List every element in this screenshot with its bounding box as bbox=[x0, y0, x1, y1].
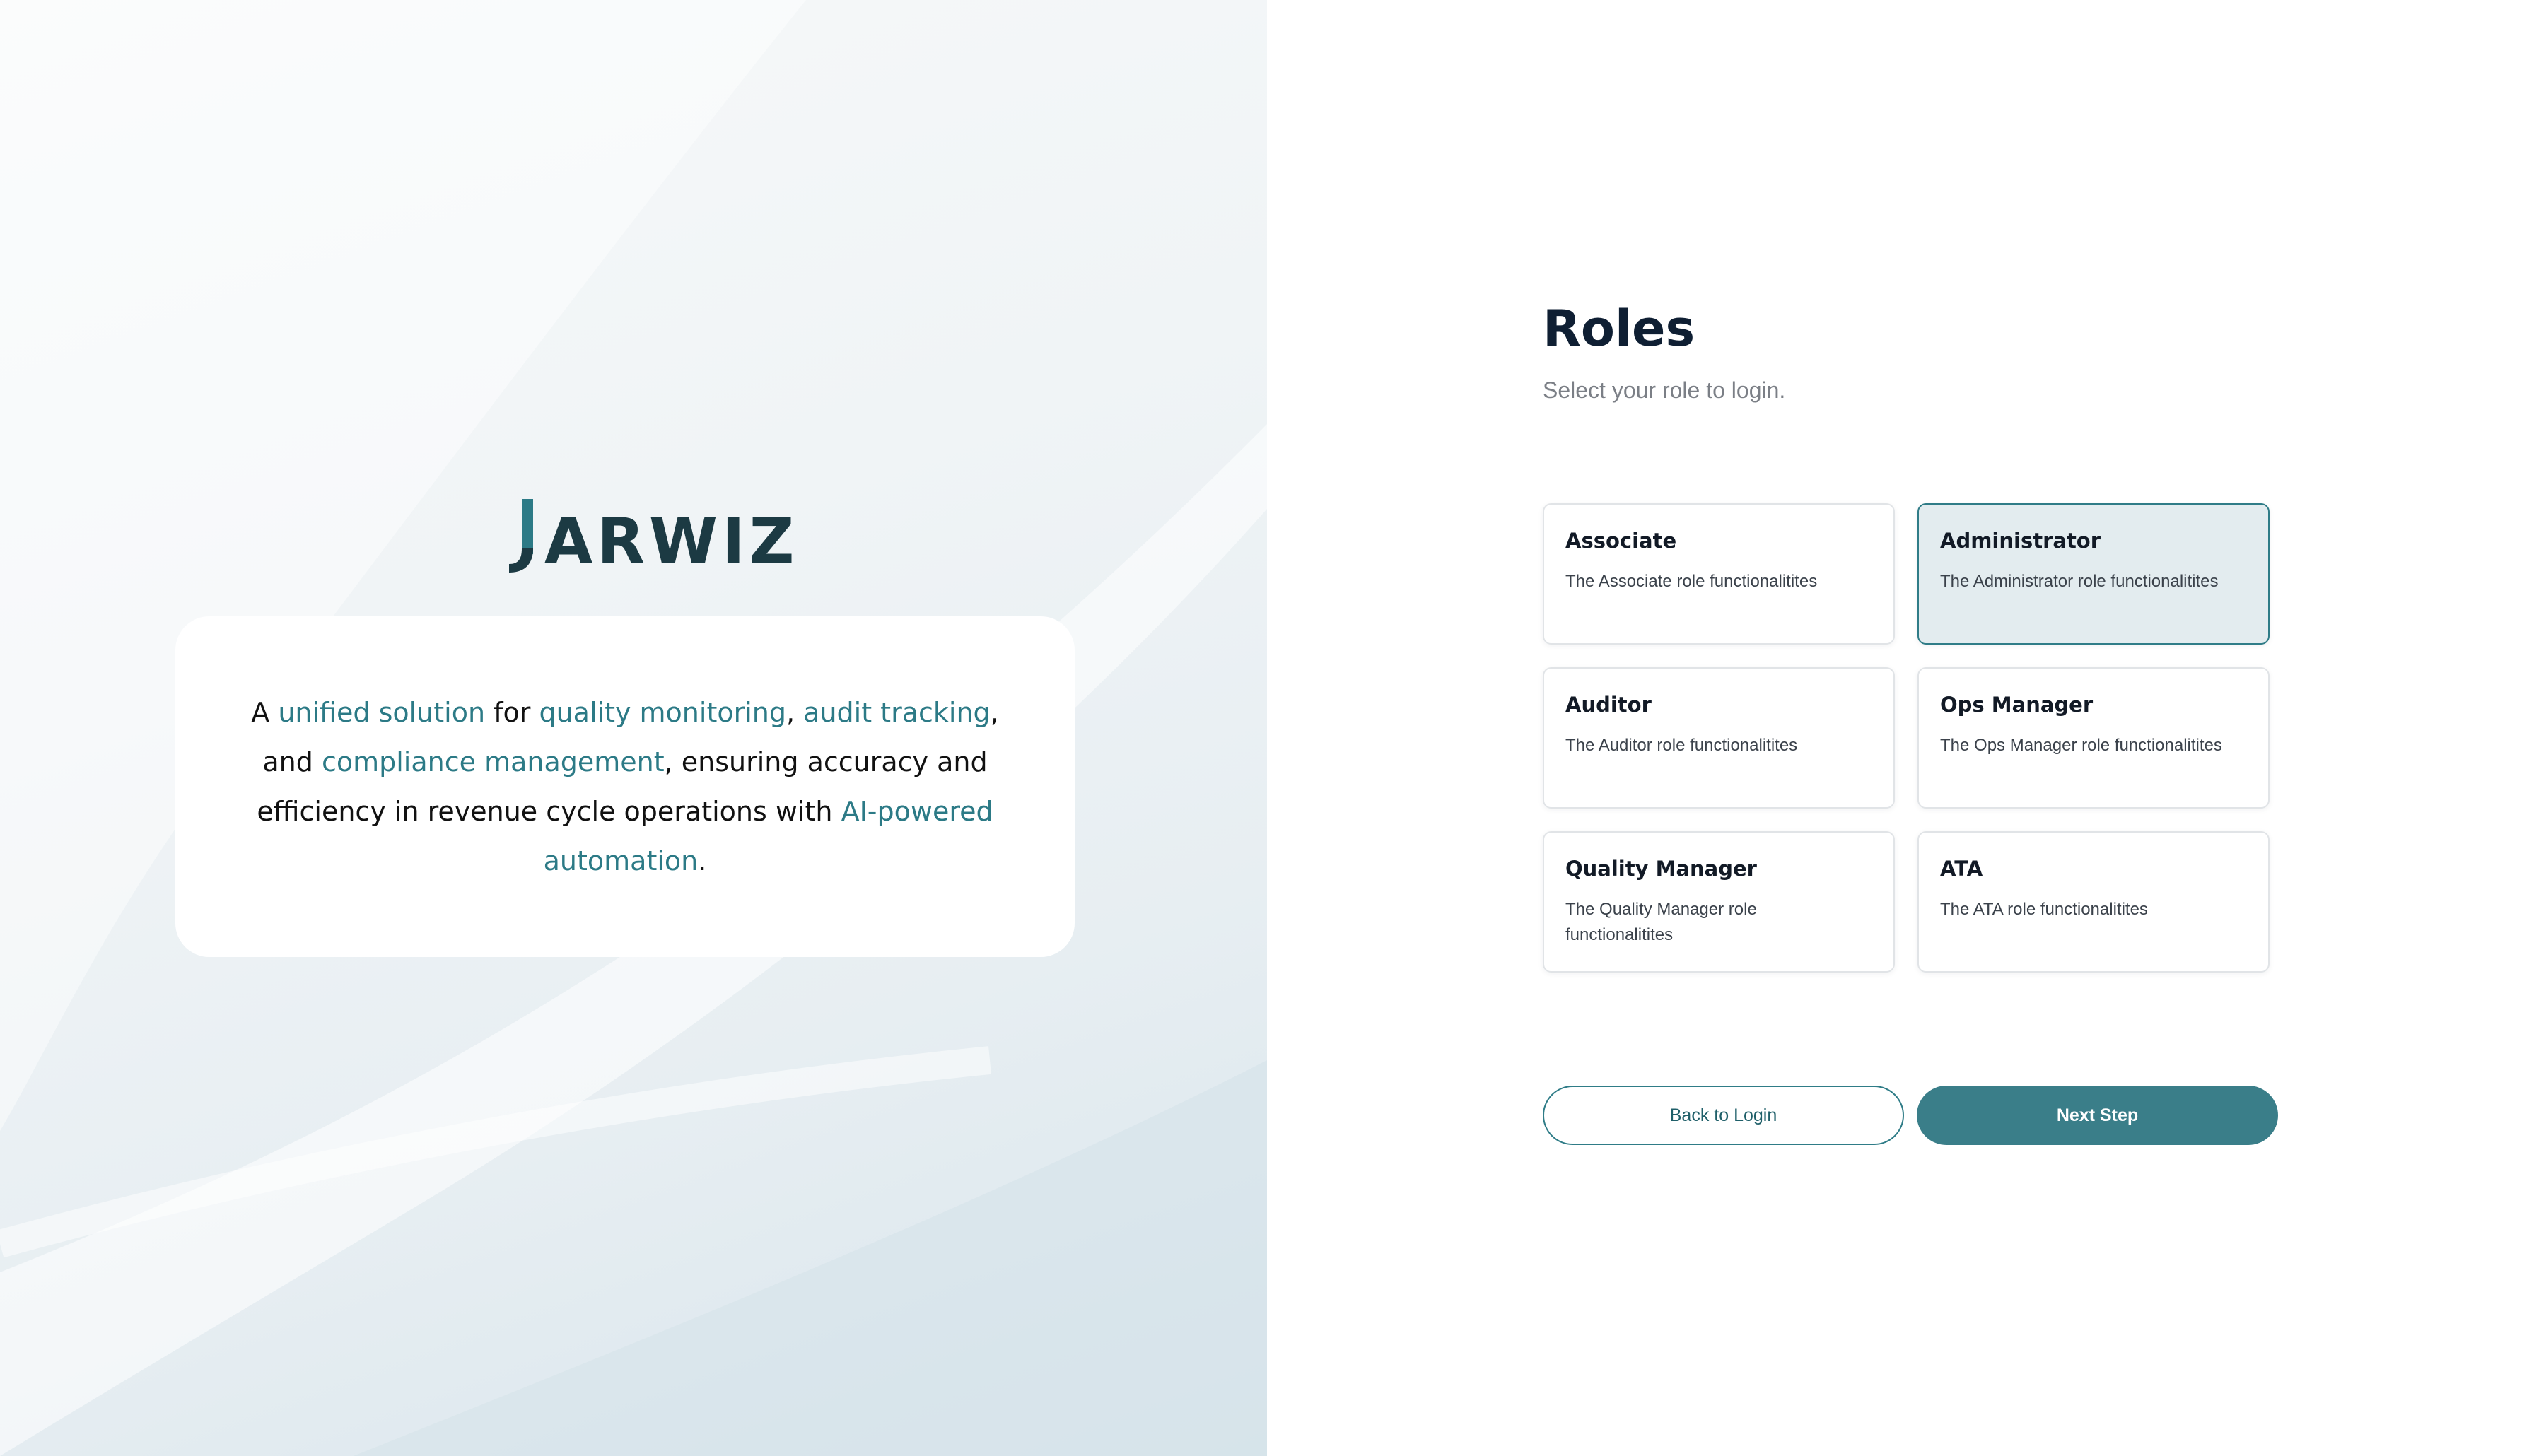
role-name: ATA bbox=[1940, 857, 1983, 881]
role-name: Auditor bbox=[1565, 693, 1652, 717]
role-description: The Administrator role functionalitites bbox=[1940, 571, 2219, 591]
role-selection-panel: Roles Select your role to login. Associa… bbox=[1267, 0, 2534, 1456]
role-name: Administrator bbox=[1940, 529, 2101, 553]
action-buttons: Back to Login Next Step bbox=[1543, 1086, 2278, 1145]
role-description: The Quality Manager role functionalitite… bbox=[1565, 899, 1757, 944]
role-selection-page: ARWIZ A unified solution for quality mon… bbox=[0, 0, 2534, 1456]
next-step-button[interactable]: Next Step bbox=[1917, 1086, 2278, 1145]
page-title: Roles bbox=[1543, 300, 1695, 358]
jarwiz-logo: ARWIZ bbox=[509, 495, 798, 573]
logo-text: ARWIZ bbox=[544, 505, 799, 577]
tagline-card: A unified solution for quality monitorin… bbox=[175, 616, 1075, 957]
tagline-highlight: compliance management bbox=[321, 746, 665, 777]
tagline-text: for bbox=[485, 697, 539, 728]
tagline-highlight: unified solution bbox=[278, 697, 486, 728]
role-card-associate[interactable]: Associate The Associate role functionali… bbox=[1543, 503, 1895, 645]
role-card-ops-manager[interactable]: Ops Manager The Ops Manager role functio… bbox=[1917, 667, 2270, 809]
role-name: Associate bbox=[1565, 529, 1677, 553]
role-description: The Ops Manager role functionalitites bbox=[1940, 735, 2222, 755]
role-card-administrator[interactable]: Administrator The Administrator role fun… bbox=[1917, 503, 2270, 645]
role-name: Quality Manager bbox=[1565, 857, 1757, 881]
role-card-quality-manager[interactable]: Quality Manager The Quality Manager role… bbox=[1543, 831, 1895, 973]
tagline-text: , bbox=[786, 697, 804, 728]
role-card-ata[interactable]: ATA The ATA role functionalitites bbox=[1917, 831, 2270, 973]
tagline-text: . bbox=[698, 845, 707, 876]
role-card-grid: Associate The Associate role functionali… bbox=[1543, 503, 2271, 973]
role-card-auditor[interactable]: Auditor The Auditor role functionalitite… bbox=[1543, 667, 1895, 809]
page-subtitle: Select your role to login. bbox=[1543, 377, 1786, 403]
back-to-login-button[interactable]: Back to Login bbox=[1543, 1086, 1904, 1145]
tagline-highlight: quality monitoring bbox=[539, 697, 786, 728]
tagline: A unified solution for quality monitorin… bbox=[243, 688, 1007, 886]
branding-panel: ARWIZ A unified solution for quality mon… bbox=[0, 0, 1267, 1456]
tagline-text: A bbox=[251, 697, 279, 728]
role-description: The Auditor role functionalitites bbox=[1565, 735, 1798, 755]
role-name: Ops Manager bbox=[1940, 693, 2094, 717]
role-description: The Associate role functionalitites bbox=[1565, 571, 1818, 591]
role-description: The ATA role functionalitites bbox=[1940, 899, 2148, 919]
logo-j-mark-icon bbox=[509, 499, 533, 573]
tagline-highlight: audit tracking bbox=[803, 697, 991, 728]
